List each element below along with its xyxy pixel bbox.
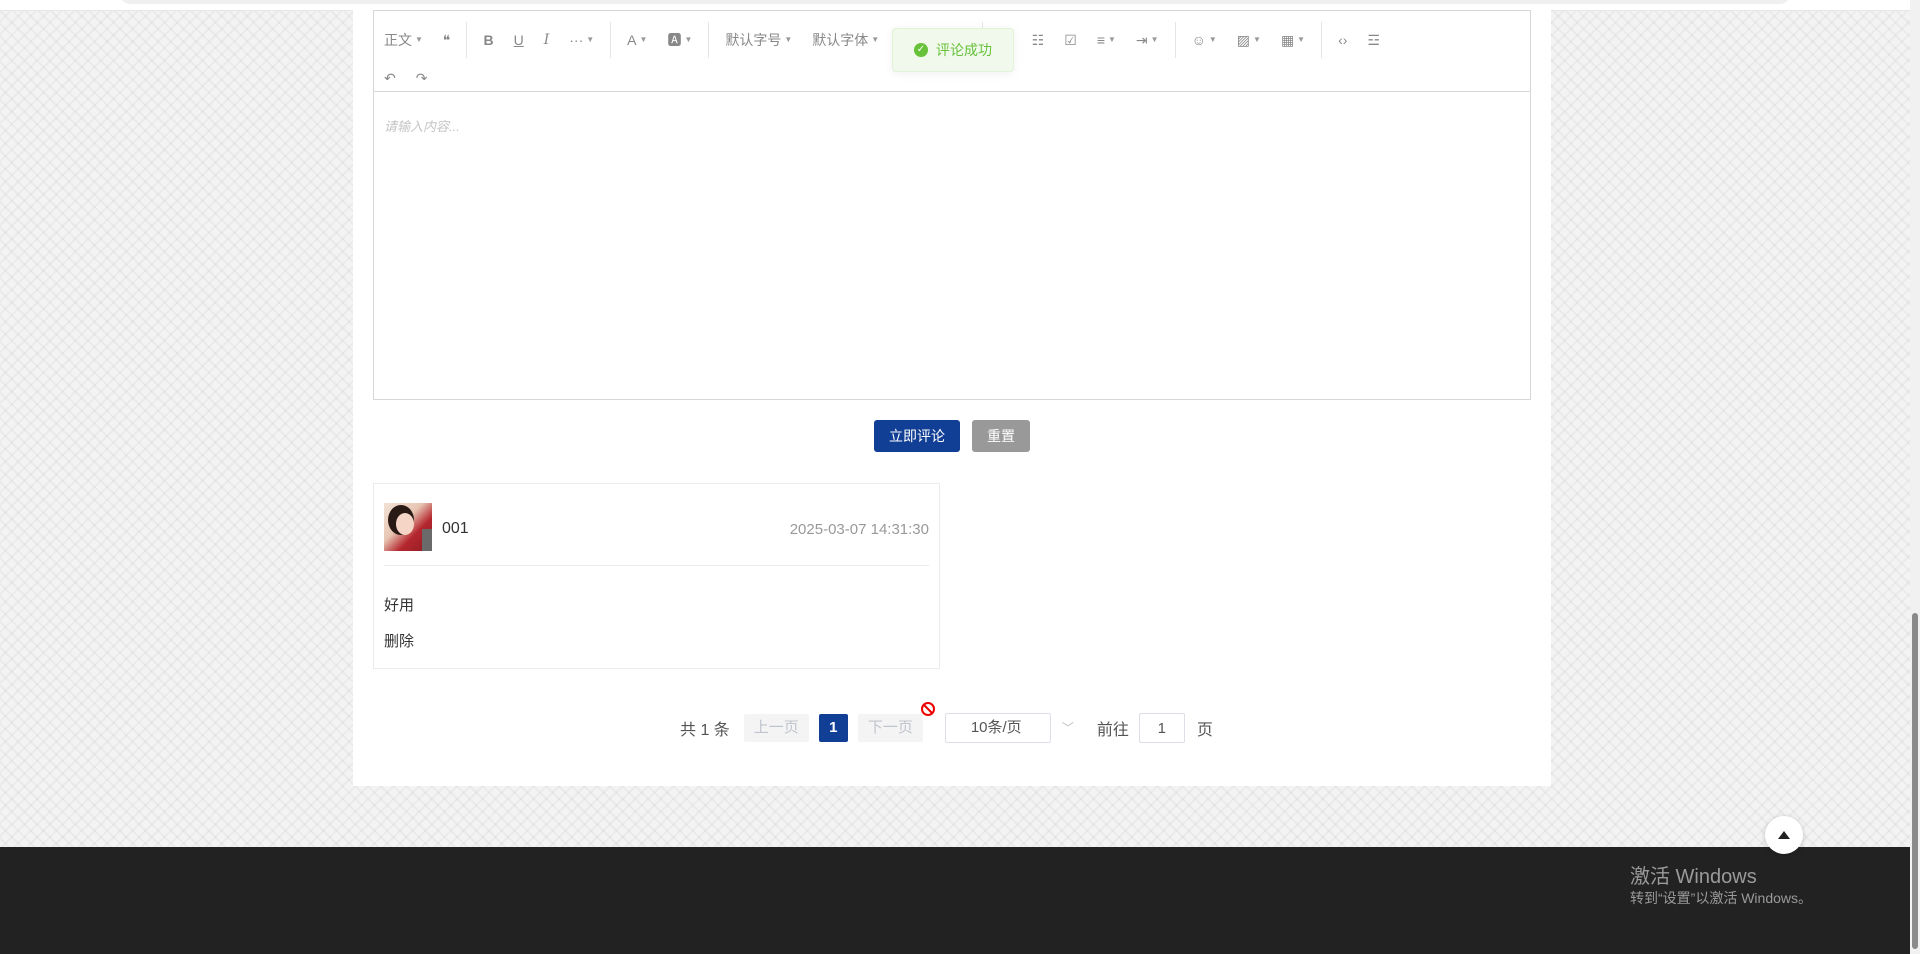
toolbar-heading-button[interactable]: 正文 ▼ xyxy=(374,27,433,53)
toolbar-bg-color-button[interactable]: 🅰 ▼ xyxy=(657,27,702,53)
windows-watermark-title: 激活 Windows xyxy=(1630,866,1757,888)
toolbar-code-button[interactable]: ‹› xyxy=(1328,27,1357,53)
toolbar-font-color-icon: A xyxy=(627,32,637,48)
caret-down-icon: ▼ xyxy=(1107,35,1116,44)
toolbar-more-button[interactable]: ··· ▼ xyxy=(559,27,604,53)
toolbar-redo-button[interactable]: ↷ xyxy=(406,65,438,91)
comment-divider xyxy=(384,565,929,566)
undo-icon: ↶ xyxy=(384,70,396,86)
vertical-scrollbar[interactable] xyxy=(1910,0,1920,954)
delete-comment-link[interactable]: 删除 xyxy=(384,630,414,651)
avatar-face xyxy=(396,513,414,535)
chevron-down-icon: ﹀ xyxy=(1061,721,1074,735)
redo-icon: ↷ xyxy=(415,70,428,86)
caret-down-icon: ▼ xyxy=(871,35,880,44)
toolbar-italic-icon: I xyxy=(543,32,550,48)
editor-content-area[interactable] xyxy=(374,91,1530,399)
toolbar-emotion-button[interactable]: ☺ ▼ xyxy=(1182,27,1227,53)
goto-label: 前往 xyxy=(1096,722,1129,739)
toolbar-separator xyxy=(466,22,468,58)
toolbar-emotion-icon: ☺ xyxy=(1191,32,1206,48)
toast-message: 评论成功 xyxy=(936,42,992,58)
toolbar-numbered-list-button[interactable]: ☷ xyxy=(1022,27,1055,53)
arrow-up-icon xyxy=(1778,831,1790,839)
prev-page-button[interactable]: 上一页 xyxy=(743,714,809,742)
not-allowed-cursor-icon xyxy=(921,702,935,716)
caret-down-icon: ▼ xyxy=(1297,35,1306,44)
toolbar-separator xyxy=(708,22,710,58)
toolbar-align-button[interactable]: ≡ ▼ xyxy=(1087,27,1126,53)
toolbar-table-button[interactable]: ▦ ▼ xyxy=(1271,27,1315,53)
toolbar-table-icon: ▦ xyxy=(1280,32,1295,48)
pagination: 共 1 条 上一页 1 下一页 10条/页 ﹀ 前往 页 xyxy=(680,710,1213,746)
windows-watermark-subtitle: 转到“设置”以激活 Windows。 xyxy=(1630,890,1813,906)
toolbar-separator xyxy=(1174,22,1176,58)
toolbar-divider-button[interactable]: ☲ xyxy=(1357,27,1390,53)
toolbar-image-icon: ▨ xyxy=(1236,32,1251,48)
toolbar-font-family-button[interactable]: 默认字体 ▼ xyxy=(802,27,889,53)
page-size-value: 10条/页 xyxy=(970,719,1022,736)
next-page-button[interactable]: 下一页 xyxy=(857,714,923,742)
toolbar-image-button[interactable]: ▨ ▼ xyxy=(1227,27,1271,53)
toolbar-font-color-button[interactable]: A ▼ xyxy=(617,27,657,53)
caret-down-icon: ▼ xyxy=(1208,35,1217,44)
toolbar-font-size-button[interactable]: 默认字号 ▼ xyxy=(715,27,802,53)
toolbar-divider-icon: ☲ xyxy=(1367,32,1380,48)
toolbar-underline-icon: U xyxy=(513,32,524,48)
toolbar-align-icon: ≡ xyxy=(1096,32,1105,48)
comment-timestamp: 2025-03-07 14:31:30 xyxy=(789,521,929,538)
caret-down-icon: ▼ xyxy=(1253,35,1261,44)
toolbar-todo-button[interactable]: ☑ xyxy=(1054,27,1087,53)
toolbar-underline-button[interactable]: U xyxy=(504,27,534,53)
toolbar-todo-icon: ☑ xyxy=(1064,32,1077,48)
page-footer xyxy=(0,847,1910,954)
toolbar-code-icon: ‹› xyxy=(1338,32,1348,48)
caret-down-icon: ▼ xyxy=(784,35,793,44)
caret-down-icon: ▼ xyxy=(684,35,693,44)
caret-down-icon: ▼ xyxy=(639,35,648,44)
page-number-1[interactable]: 1 xyxy=(818,714,848,742)
reset-button[interactable]: 重置 xyxy=(972,420,1030,452)
toolbar-font-family-icon: 默认字体 xyxy=(812,32,869,48)
comment-item: 001 2025-03-07 14:31:30 好用 删除 xyxy=(373,483,940,669)
comment-content: 好用 xyxy=(384,597,415,614)
toolbar-bold-icon: B xyxy=(483,32,494,48)
goto-page-input[interactable] xyxy=(1138,713,1185,743)
toolbar-quote-button[interactable]: ❝ xyxy=(433,27,461,53)
avatar xyxy=(384,503,432,551)
caret-down-icon: ▼ xyxy=(586,35,595,44)
toolbar-bg-color-icon: 🅰 xyxy=(667,32,682,48)
pagination-total: 共 1 条 xyxy=(680,722,730,739)
toolbar-numbered-list-icon: ☷ xyxy=(1031,32,1045,48)
toolbar-bold-button[interactable]: B xyxy=(473,27,503,53)
check-circle-icon: ✓ xyxy=(914,43,928,57)
toolbar-font-size-icon: 默认字号 xyxy=(725,32,782,48)
toolbar-separator xyxy=(610,22,612,58)
avatar-corner xyxy=(422,529,432,551)
toolbar-more-icon: ··· xyxy=(569,32,584,48)
caret-down-icon: ▼ xyxy=(1150,35,1159,44)
back-to-top-button[interactable] xyxy=(1765,816,1803,854)
success-toast: ✓ 评论成功 xyxy=(892,28,1014,72)
toolbar-indent-icon: ⇥ xyxy=(1135,32,1148,48)
toolbar-undo-button[interactable]: ↶ xyxy=(374,65,406,91)
toolbar-italic-button[interactable]: I xyxy=(534,27,560,53)
toolbar-indent-button[interactable]: ⇥ ▼ xyxy=(1126,27,1169,53)
comment-username: 001 xyxy=(442,520,469,537)
caret-down-icon: ▼ xyxy=(415,35,423,44)
page-size-select[interactable]: 10条/页 ﹀ xyxy=(944,713,1074,743)
toolbar-heading-icon: 正文 xyxy=(384,32,412,48)
editor-placeholder: 请输入内容... xyxy=(384,119,460,134)
toolbar-quote-icon: ❝ xyxy=(442,32,451,48)
toolbar-separator xyxy=(1321,22,1323,58)
scrollbar-thumb[interactable] xyxy=(1912,613,1918,949)
page-suffix: 页 xyxy=(1196,722,1213,739)
submit-comment-button[interactable]: 立即评论 xyxy=(874,420,960,452)
